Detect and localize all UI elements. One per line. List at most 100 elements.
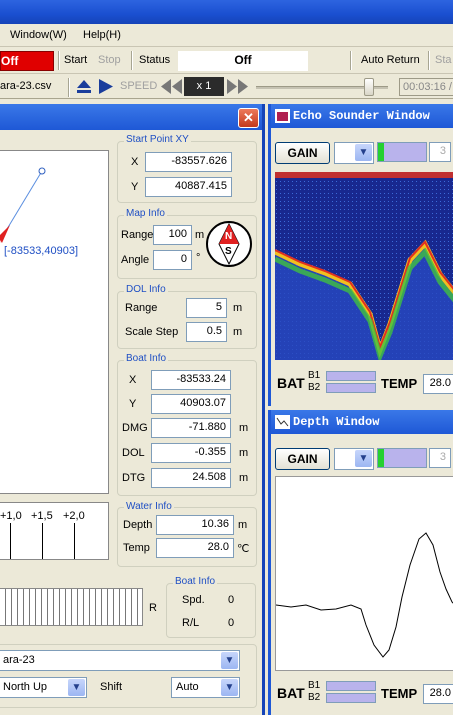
stop-button[interactable]: Stop [98, 54, 121, 66]
dtg-unit: m [239, 472, 249, 484]
dol-scale: +1,0 +1,5 +2,0 [0, 502, 109, 560]
start-point-title: Start Point XY [124, 134, 191, 145]
eject-icon[interactable] [76, 79, 92, 94]
dol-range-unit: m [233, 302, 243, 314]
status-label: Status [139, 54, 171, 66]
start-button-2[interactable]: Sta [435, 54, 452, 66]
dtg-field: 24.508 [151, 468, 231, 488]
rudder-indicator [0, 588, 143, 626]
start-x-field[interactable]: -83557.626 [145, 152, 232, 172]
start-button[interactable]: Start [64, 54, 87, 66]
depth-window-icon [275, 415, 290, 429]
scale-tick-1: +1,0 [0, 510, 22, 522]
echo-title: Echo Sounder Window [293, 109, 430, 123]
file-name: ara-23.csv [0, 80, 52, 92]
echo-gain-number: 3 [429, 142, 451, 162]
dmg-field: -71.880 [151, 418, 231, 438]
compass-n: N [225, 231, 233, 242]
start-y-label: Y [131, 181, 139, 193]
map-area[interactable]: [-83533,40903] [0, 150, 109, 494]
play-icon[interactable] [98, 79, 114, 94]
depth-field: 10.36 [156, 515, 234, 535]
boat-info2-group [166, 583, 256, 638]
route-map [0, 167, 46, 243]
map-angle-unit: ° [196, 252, 201, 264]
orientation-select[interactable]: North Up ▼ [0, 677, 87, 698]
echo-b1-label: B1 [308, 370, 321, 381]
speed-label: SPEED [120, 80, 158, 92]
speed-multiplier: x 1 [184, 77, 224, 96]
boat-info2-title: Boat Info [173, 576, 218, 587]
dmg-unit: m [239, 422, 249, 434]
start-x-label: X [131, 156, 139, 168]
echo-gain-select[interactable]: ▼ [334, 142, 374, 164]
auto-return-button[interactable]: Auto Return [361, 54, 420, 66]
start-y-field[interactable]: 40887.415 [145, 177, 232, 197]
dol-range-label: Range [125, 302, 158, 314]
compass-s: S [225, 246, 232, 257]
boat-y-field: 40903.07 [151, 394, 231, 414]
dol-unit: m [239, 447, 249, 459]
menu-help[interactable]: Help(H) [83, 29, 121, 41]
close-button[interactable]: ✕ [238, 108, 259, 128]
echo-gain-button[interactable]: GAIN [275, 142, 330, 164]
chevron-down-icon[interactable]: ▼ [221, 679, 238, 696]
status-value: Off [178, 51, 308, 71]
scale-tick-2: +1,5 [31, 510, 53, 522]
menu-bar: Window(W) Help(H) [0, 24, 453, 47]
chevron-down-icon[interactable]: ▼ [68, 679, 85, 696]
dol-range-field[interactable]: 5 [186, 298, 227, 318]
rl-value: 0 [228, 617, 235, 629]
echo-bat-label: BAT [277, 375, 305, 391]
depth-gain-level [377, 448, 427, 468]
close-icon: ✕ [243, 110, 254, 125]
depth-temp-value: 28.0 [423, 684, 453, 704]
depth-label: Depth [123, 519, 153, 531]
boat-y-label: Y [129, 398, 137, 410]
temp-field: 28.0 [156, 538, 234, 558]
menu-window[interactable]: Window(W) [10, 29, 67, 41]
shift-select[interactable]: Auto ▼ [171, 677, 240, 698]
map-range-field[interactable]: 100 [153, 225, 192, 245]
echo-battery-1 [326, 371, 376, 381]
playback-slider-thumb[interactable] [364, 78, 374, 96]
compass-icon[interactable]: N S [205, 220, 253, 268]
boat-coordinate-label: [-83533,40903] [4, 245, 79, 257]
fast-forward-icon[interactable] [227, 79, 249, 94]
dmg-label: DMG [122, 422, 148, 434]
echo-battery-2 [326, 383, 376, 393]
echo-sounder-window: Echo Sounder Window GAIN ▼ 3 BAT B1 B2 T… [268, 104, 453, 406]
chevron-down-icon[interactable]: ▼ [221, 652, 238, 669]
dol-label: DOL [122, 447, 145, 459]
water-info-title: Water Info [124, 501, 174, 512]
dol-scale-field[interactable]: 0.5 [186, 322, 227, 342]
map-range-label: Range [121, 229, 154, 241]
route-select[interactable]: ara-23 ▼ [0, 650, 240, 671]
depth-b2-label: B2 [308, 692, 321, 703]
depth-chart [275, 476, 453, 671]
map-angle-label: Angle [121, 254, 150, 266]
depth-gain-select[interactable]: ▼ [334, 448, 374, 470]
map-info-title: Map Info [124, 208, 167, 219]
chevron-down-icon[interactable]: ▼ [355, 144, 372, 161]
time-display: 00:03:16 / [399, 78, 453, 96]
rewind-icon[interactable] [161, 79, 183, 94]
app-titlebar [0, 0, 453, 24]
chevron-down-icon[interactable]: ▼ [355, 450, 372, 467]
depth-bat-label: BAT [277, 685, 305, 701]
navigation-window: ✕ [-83533,40903] +1,0 +1,5 +2,0 R Start … [0, 104, 265, 715]
depth-titlebar: Depth Window [271, 410, 453, 434]
depth-window: Depth Window GAIN ▼ 3 BAT B1 B2 TEMP 28.… [268, 410, 453, 715]
boat-info-title: Boat Info [124, 353, 169, 364]
depth-gain-number: 3 [429, 448, 451, 468]
off-indicator[interactable]: Off [0, 51, 54, 71]
depth-b1-label: B1 [308, 680, 321, 691]
map-angle-field[interactable]: 0 [153, 250, 192, 270]
depth-gain-button[interactable]: GAIN [275, 448, 330, 470]
echo-display [275, 172, 453, 360]
echo-b2-label: B2 [308, 382, 321, 393]
rudder-r-label: R [149, 602, 157, 614]
dol-field: -0.355 [151, 443, 231, 463]
boat-x-field: -83533.24 [151, 370, 231, 390]
echo-temp-value: 28.0 [423, 374, 453, 394]
